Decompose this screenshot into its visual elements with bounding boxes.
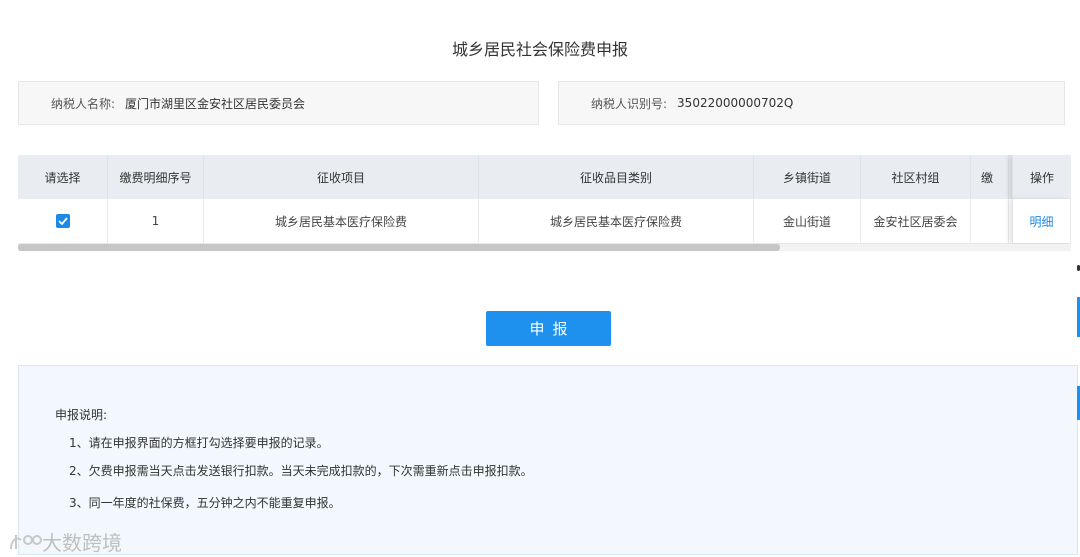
- check-icon: [57, 217, 68, 225]
- row-street: 金山街道: [754, 199, 861, 243]
- taxpayer-id-panel: 纳税人识别号: 35022000000702Q: [558, 81, 1065, 125]
- taxpayer-name-panel: 纳税人名称: 厦门市湖里区金安社区居民委员会: [18, 81, 539, 125]
- col-header-community: 社区村组: [861, 155, 971, 199]
- taxpayer-id-label: 纳税人识别号:: [591, 96, 668, 111]
- taxpayer-id-value: 35022000000702Q: [677, 96, 794, 110]
- row-checkbox[interactable]: [55, 214, 70, 228]
- declaration-notes: 申报说明: 1、请在申报界面的方框打勾选择要申报的记录。 2、欠费申报需当天点击…: [18, 365, 1078, 555]
- notes-title: 申报说明:: [55, 408, 108, 422]
- col-header-action: 操作: [1012, 155, 1071, 199]
- watermark-text: 大数跨境: [42, 531, 122, 555]
- row-seq: 1: [108, 199, 204, 243]
- row-item: 城乡居民基本医疗保险费: [204, 199, 479, 243]
- taxpayer-name-label: 纳税人名称:: [51, 96, 116, 111]
- row-select-cell: [18, 199, 108, 243]
- submit-declaration-button[interactable]: 申报: [486, 311, 611, 346]
- note-item: 3、同一年度的社保费，五分钟之内不能重复申报。: [69, 496, 341, 510]
- table-row: 1 城乡居民基本医疗保险费 城乡居民基本医疗保险费 金山街道 金安社区居委会 明…: [18, 199, 1071, 244]
- note-item: 1、请在申报界面的方框打勾选择要申报的记录。: [69, 436, 329, 450]
- row-community: 金安社区居委会: [861, 199, 971, 243]
- col-header-seq: 缴费明细序号: [108, 155, 204, 199]
- row-category: 城乡居民基本医疗保险费: [479, 199, 754, 243]
- page-title: 城乡居民社会保险费申报: [451, 40, 628, 59]
- detail-link[interactable]: 明细: [1029, 213, 1053, 230]
- declaration-table: 请选择 缴费明细序号 征收项目 征收品目类别 乡镇街道 社区村组 缴 操作 1 …: [18, 155, 1071, 251]
- table-header: 请选择 缴费明细序号 征收项目 征收品目类别 乡镇街道 社区村组 缴 操作: [18, 155, 1071, 199]
- row-extra: [971, 199, 1009, 243]
- scrollbar-thumb[interactable]: [18, 244, 780, 251]
- taxpayer-name-value: 厦门市湖里区金安社区居民委员会: [125, 96, 306, 111]
- watermark-logo-icon: [10, 534, 42, 549]
- col-header-truncated: 缴: [971, 155, 1009, 199]
- watermark: 大数跨境: [8, 527, 122, 556]
- col-header-category: 征收品目类别: [479, 155, 754, 199]
- col-header-item: 征收项目: [204, 155, 479, 199]
- row-action-cell: 明细: [1012, 199, 1071, 243]
- col-header-street: 乡镇街道: [754, 155, 861, 199]
- table-horizontal-scrollbar[interactable]: [18, 244, 1071, 251]
- note-item: 2、欠费申报需当天点击发送银行扣款。当天未完成扣款的，下次需重新点击申报扣款。: [69, 464, 533, 478]
- col-header-select: 请选择: [18, 155, 108, 199]
